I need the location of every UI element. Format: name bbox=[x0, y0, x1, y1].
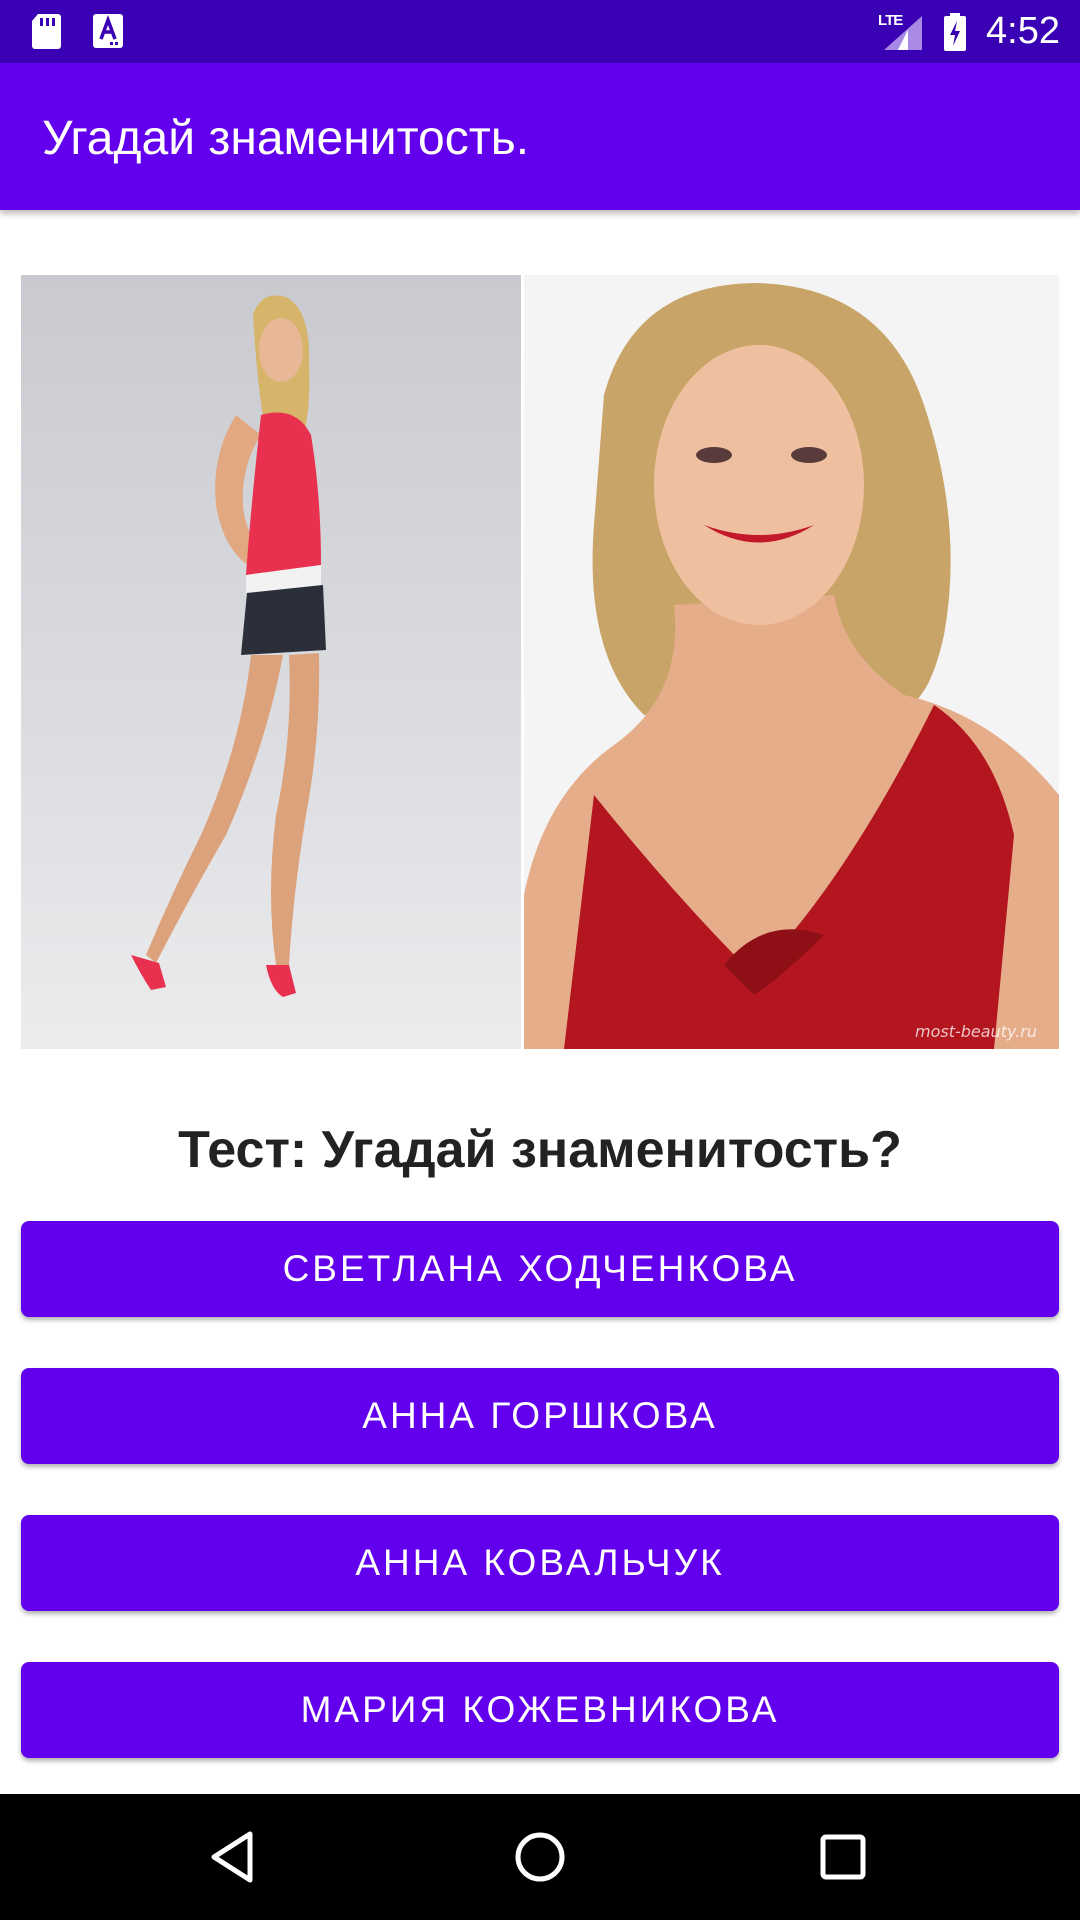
celebrity-photo-full-length bbox=[21, 275, 521, 1049]
recents-icon[interactable] bbox=[810, 1824, 876, 1890]
watermark: most-beauty.ru bbox=[914, 1022, 1037, 1041]
answer-button-3[interactable]: АННА КОВАЛЬЧУК bbox=[21, 1515, 1059, 1611]
back-icon[interactable] bbox=[200, 1824, 266, 1890]
signal-icon: LTE bbox=[878, 12, 924, 52]
navigation-bar bbox=[0, 1794, 1080, 1920]
app-title: Угадай знаменитость. bbox=[42, 112, 530, 165]
text-app-icon bbox=[93, 14, 123, 48]
celebrity-photo-portrait: most-beauty.ru bbox=[524, 275, 1059, 1049]
battery-charging-icon bbox=[944, 12, 967, 51]
answer-button-1[interactable]: СВЕТЛАНА ХОДЧЕНКОВА bbox=[21, 1221, 1059, 1317]
sd-card-icon bbox=[32, 14, 61, 49]
status-bar: LTE 4:52 bbox=[0, 0, 1080, 63]
answer-button-2[interactable]: АННА ГОРШКОВА bbox=[21, 1368, 1059, 1464]
app-bar: Угадай знаменитость. bbox=[0, 63, 1080, 210]
clock: 4:52 bbox=[986, 10, 1060, 52]
home-icon[interactable] bbox=[507, 1824, 573, 1890]
question-title: Тест: Угадай знаменитость? bbox=[178, 1121, 902, 1179]
answer-button-4[interactable]: МАРИЯ КОЖЕВНИКОВА bbox=[21, 1662, 1059, 1758]
